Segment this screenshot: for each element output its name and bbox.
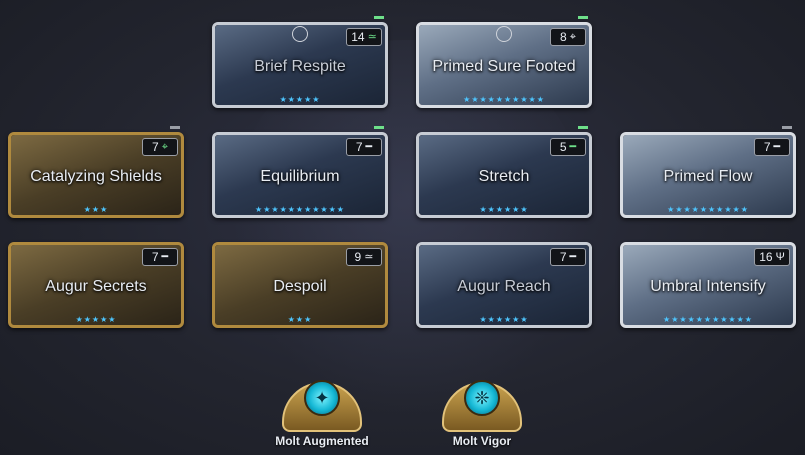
- mod-name: Stretch: [478, 168, 530, 185]
- mod-slot-6[interactable]: 9 ≃ Despoil ★★★: [212, 242, 388, 328]
- mod-slot-aura[interactable]: 14 ≃ Brief Respite ★★★★★: [212, 16, 388, 108]
- arcane-gem-icon: ❈: [438, 372, 526, 432]
- polarity-icon: ━: [365, 141, 373, 153]
- arcane-slot-2[interactable]: ❈ Molt Vigor: [430, 372, 534, 448]
- mod-slot-7[interactable]: 7 ━ Augur Reach ★★★★★★: [416, 242, 592, 328]
- polarity-icon: ≃: [367, 31, 377, 43]
- mod-slot-5[interactable]: 7 ━ Augur Secrets ★★★★★: [8, 242, 184, 328]
- mod-cost-badge: 8 ⌖: [550, 28, 586, 46]
- mod-cost-badge: 9 ≃: [346, 248, 382, 266]
- mod-rank: ★★★★★★★★★★★: [255, 205, 345, 214]
- mod-slot-3[interactable]: 5 ━ Stretch ★★★★★★: [416, 126, 592, 218]
- aura-emblem-icon: [292, 26, 308, 42]
- mod-rank: ★★★★★★★★★★: [463, 95, 545, 104]
- polarity-icon: ⌖: [161, 141, 168, 153]
- arcane-slot-1[interactable]: ✦ Molt Augmented: [270, 372, 374, 448]
- mod-rank: ★★★★★★★★★★: [667, 205, 749, 214]
- mod-slot-exilus[interactable]: 8 ⌖ Primed Sure Footed ★★★★★★★★★★: [416, 16, 592, 108]
- mod-name: Despoil: [273, 278, 327, 295]
- polarity-icon: ━: [569, 251, 577, 263]
- mod-cost-badge: 14 ≃: [346, 28, 382, 46]
- mod-rank: ★★★: [83, 205, 109, 214]
- mod-slot-4[interactable]: 7 ━ Primed Flow ★★★★★★★★★★: [620, 126, 796, 218]
- arcane-name: Molt Vigor: [452, 434, 512, 448]
- mod-rank: ★★★: [287, 315, 313, 324]
- polarity-icon: ⌖: [569, 31, 576, 43]
- mod-cost-badge: 7 ━: [142, 248, 178, 266]
- mod-name: Equilibrium: [260, 168, 340, 185]
- mod-name: Primed Sure Footed: [432, 58, 576, 75]
- mod-rank: ★★★★★: [279, 95, 321, 104]
- mod-cost-badge: 16 Ψ: [754, 248, 790, 266]
- polarity-icon: ━: [773, 141, 781, 153]
- mod-rank: ★★★★★★: [479, 315, 529, 324]
- polarity-icon: ━: [569, 141, 577, 153]
- mod-cost-badge: 7 ━: [754, 138, 790, 156]
- mod-cost-badge: 5 ━: [550, 138, 586, 156]
- mod-name: Augur Reach: [457, 278, 551, 295]
- mod-slot-1[interactable]: 7 ⌖ Catalyzing Shields ★★★: [8, 126, 184, 218]
- mod-name: Catalyzing Shields: [30, 168, 162, 185]
- mod-name: Brief Respite: [254, 58, 346, 75]
- exilus-emblem-icon: [496, 26, 512, 42]
- mod-cost-badge: 7 ━: [346, 138, 382, 156]
- mod-cost-badge: 7 ━: [550, 248, 586, 266]
- polarity-icon: ≃: [364, 251, 374, 263]
- mod-rank: ★★★★★★: [479, 205, 529, 214]
- polarity-icon: ━: [161, 251, 169, 263]
- mod-name: Primed Flow: [663, 168, 753, 185]
- mod-name: Umbral Intensify: [650, 278, 766, 295]
- mod-rank: ★★★★★★★★★★★: [663, 315, 753, 324]
- polarity-icon: Ψ: [775, 251, 785, 263]
- mod-name: Augur Secrets: [45, 278, 147, 295]
- arcane-name: Molt Augmented: [275, 434, 369, 448]
- mod-rank: ★★★★★: [75, 315, 117, 324]
- mod-slot-2[interactable]: 7 ━ Equilibrium ★★★★★★★★★★★: [212, 126, 388, 218]
- mod-slot-8[interactable]: 16 Ψ Umbral Intensify ★★★★★★★★★★★: [620, 242, 796, 328]
- mod-cost-badge: 7 ⌖: [142, 138, 178, 156]
- arcane-gem-icon: ✦: [278, 372, 366, 432]
